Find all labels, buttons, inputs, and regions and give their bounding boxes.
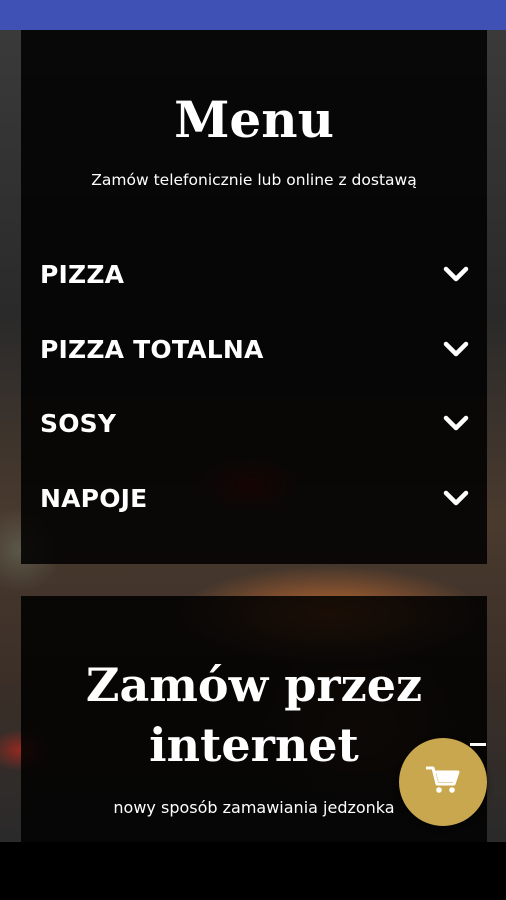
menu-section-napoje[interactable]: NAPOJE	[40, 478, 470, 518]
navigation-bar	[0, 842, 506, 900]
status-bar	[0, 0, 506, 30]
menu-section-pizza-totalna[interactable]: PIZZA TOTALNA	[40, 329, 470, 369]
cart-icon	[425, 765, 460, 800]
chevron-down-icon	[442, 409, 470, 437]
menu-section-label: NAPOJE	[40, 483, 148, 513]
chevron-down-icon	[442, 335, 470, 363]
menu-section-pizza[interactable]: PIZZA	[40, 254, 470, 294]
cart-button[interactable]	[399, 738, 487, 826]
menu-section-sosy[interactable]: SOSY	[40, 403, 470, 443]
divider	[470, 743, 486, 746]
order-title-line-2: internet	[149, 718, 359, 772]
menu-section-label: PIZZA TOTALNA	[40, 334, 264, 364]
menu-title: Menu	[174, 90, 334, 149]
chevron-down-icon	[442, 484, 470, 512]
menu-section-label: PIZZA	[40, 259, 125, 289]
menu-section-label: SOSY	[40, 408, 117, 438]
menu-subtitle: Zamów telefonicznie lub online z dostawą	[91, 171, 417, 189]
chevron-down-icon	[442, 260, 470, 288]
order-title-line-1: Zamów przez	[85, 658, 423, 712]
